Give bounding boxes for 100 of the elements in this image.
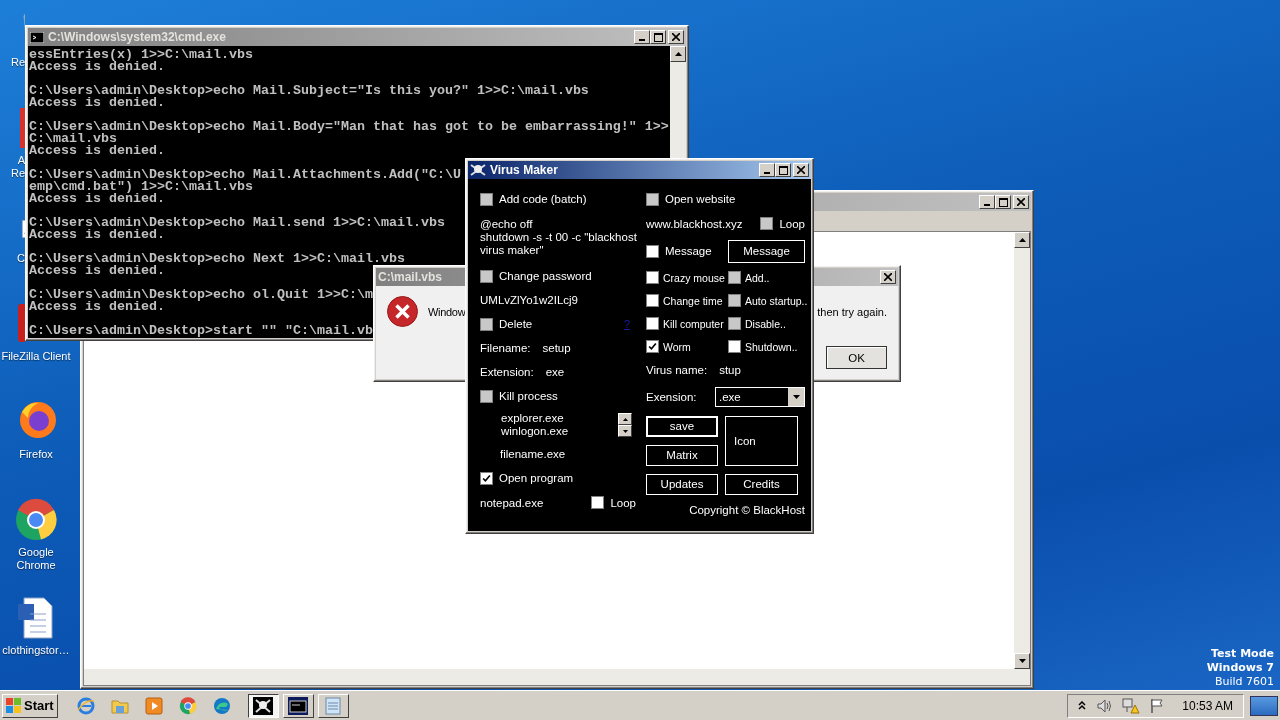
error-message: then try again. [817, 305, 887, 318]
field-label: Extension: [480, 366, 534, 378]
close-button[interactable] [793, 163, 809, 177]
edge-icon[interactable] [212, 696, 231, 715]
field-value: setup [542, 342, 571, 354]
checkbox-label: Open program [499, 472, 574, 484]
console-line: C:\Users\admin\Desktop>echo Next 1>>C:\mail.vbs [29, 253, 405, 265]
action-button[interactable]: Matrix [646, 444, 718, 466]
action-button[interactable]: Credits [725, 473, 798, 495]
checkbox[interactable] [646, 340, 659, 353]
flag-icon[interactable] [1150, 697, 1165, 714]
icon-label: Re [10, 56, 25, 69]
icon-label: A Re [10, 154, 25, 180]
scrollbar[interactable] [1014, 232, 1030, 669]
text-value: notepad.exe [480, 496, 544, 509]
console-line: C:\Users\admin\Desktop>start "" "C:\mail.vb [29, 325, 373, 337]
text-value: filename.exe [499, 448, 566, 460]
console-line: C:\Users\admin\Desktop>echo Mail.send 1>>C:\mail.vbs [29, 217, 445, 229]
checkbox-label: Crazy mouse [663, 271, 725, 284]
field-label: Filename: [480, 342, 531, 354]
maximize-button[interactable] [775, 163, 791, 177]
windows-logo-icon [6, 698, 22, 713]
checkbox[interactable] [646, 271, 659, 284]
icon-label: C [17, 252, 25, 265]
console-line: Access is denied. [29, 301, 165, 313]
checkbox-label: Change password [499, 270, 592, 282]
console-line: Access is denied. [29, 229, 165, 241]
console-line: essEntries(x) 1>>C:\mail.vbs [29, 49, 253, 61]
maximize-icon [778, 165, 788, 175]
taskbar-button[interactable] [247, 693, 279, 718]
media-player-icon[interactable] [144, 696, 163, 715]
checkbox-label: Message [665, 245, 712, 257]
show-desktop-button[interactable] [1250, 695, 1278, 716]
field-value: exe [545, 366, 565, 378]
os-edition-text: Test Mode [1211, 647, 1274, 661]
list-item[interactable]: winlogon.exe [501, 425, 569, 438]
text-value: @echo off shutdown -s -t 00 -c "blackhost virus maker" [480, 218, 637, 257]
text-value: www.blackhost.xyz [646, 217, 743, 230]
ok-button[interactable]: OK [826, 346, 887, 369]
speaker-icon[interactable] [1096, 697, 1113, 714]
skull-icon [470, 163, 486, 177]
message-button[interactable]: Message [728, 239, 805, 263]
start-button[interactable]: Start [2, 693, 58, 718]
console-icon [288, 696, 309, 715]
error-message: Window [428, 305, 466, 318]
console-line: C:\Users\admin\Desktop>echo Mail.Subject="Is this you?" 1>>C:\mail.vbs [29, 85, 589, 97]
checkbox[interactable] [646, 244, 659, 258]
chrome-icon[interactable] [178, 696, 197, 715]
console-line: Access is denied. [29, 193, 165, 205]
os-edition-text: Build 7601 [1214, 675, 1274, 689]
checkbox[interactable] [646, 294, 659, 307]
console-line: C:\mail.vbs [29, 133, 117, 145]
up-arrow-icon [622, 417, 628, 421]
window-title: C:\Windows\system32\cmd.exe [48, 30, 226, 44]
network-warning-icon[interactable] [1122, 697, 1141, 714]
checkbox[interactable] [728, 340, 741, 353]
icon-label: Firefox [19, 448, 53, 461]
maximize-icon [998, 197, 1008, 207]
error-icon [387, 296, 418, 327]
close-icon [884, 273, 892, 281]
chrome-icon[interactable] [14, 498, 58, 542]
minimize-button[interactable] [759, 163, 775, 177]
console-line: Access is denied. [29, 145, 165, 157]
checkbox-label: Shutdown.. [745, 340, 798, 353]
icon-label: FileZilla Client [1, 350, 71, 363]
checkbox[interactable] [591, 496, 605, 509]
checkbox-label: Change time [663, 294, 723, 307]
caret-icon [792, 395, 800, 399]
chevron-up-icon[interactable] [1078, 701, 1087, 710]
console-line: emp\cmd.bat") 1>>C:\mail.vbs [29, 181, 253, 193]
close-icon [797, 166, 805, 174]
scrollbar[interactable] [84, 669, 1030, 685]
browser-icon[interactable] [76, 696, 95, 715]
text-value: UMLvZlYo1w2ILcj9 [480, 293, 578, 307]
list-item[interactable]: explorer.exe [501, 412, 569, 425]
up-arrow-icon [674, 52, 682, 56]
action-button[interactable]: Updates [646, 473, 718, 495]
action-button[interactable]: save [646, 415, 718, 437]
clock-text[interactable]: 10:53 AM [1182, 698, 1233, 713]
scroll-up-button[interactable] [670, 46, 686, 62]
scroll-up-button[interactable] [1014, 232, 1030, 248]
down-arrow-icon [1018, 659, 1026, 663]
checkbox[interactable] [646, 317, 659, 330]
dropdown[interactable]: .exe [715, 387, 805, 407]
checkbox-label: Delete [499, 318, 533, 330]
checkbox-label: Disable.. [745, 317, 786, 330]
spin-up-button[interactable] [618, 413, 632, 425]
close-icon [1017, 198, 1025, 206]
checkbox-label: Worm [663, 340, 691, 353]
scroll-down-button[interactable] [1014, 653, 1030, 669]
icon-button[interactable]: Icon [725, 415, 798, 466]
spin-down-button[interactable] [618, 425, 632, 437]
field-label: Exension: [646, 391, 697, 403]
checkbox-label: Loop [610, 496, 636, 509]
checkbox-label: Kill computer [663, 317, 724, 330]
icon-label: Google Chrome [16, 546, 56, 572]
os-edition-text: Windows 7 [1206, 661, 1274, 675]
icon-label: clothingstor… [2, 644, 70, 657]
checkbox-label: Add.. [745, 271, 770, 284]
checkbox[interactable] [480, 471, 493, 485]
